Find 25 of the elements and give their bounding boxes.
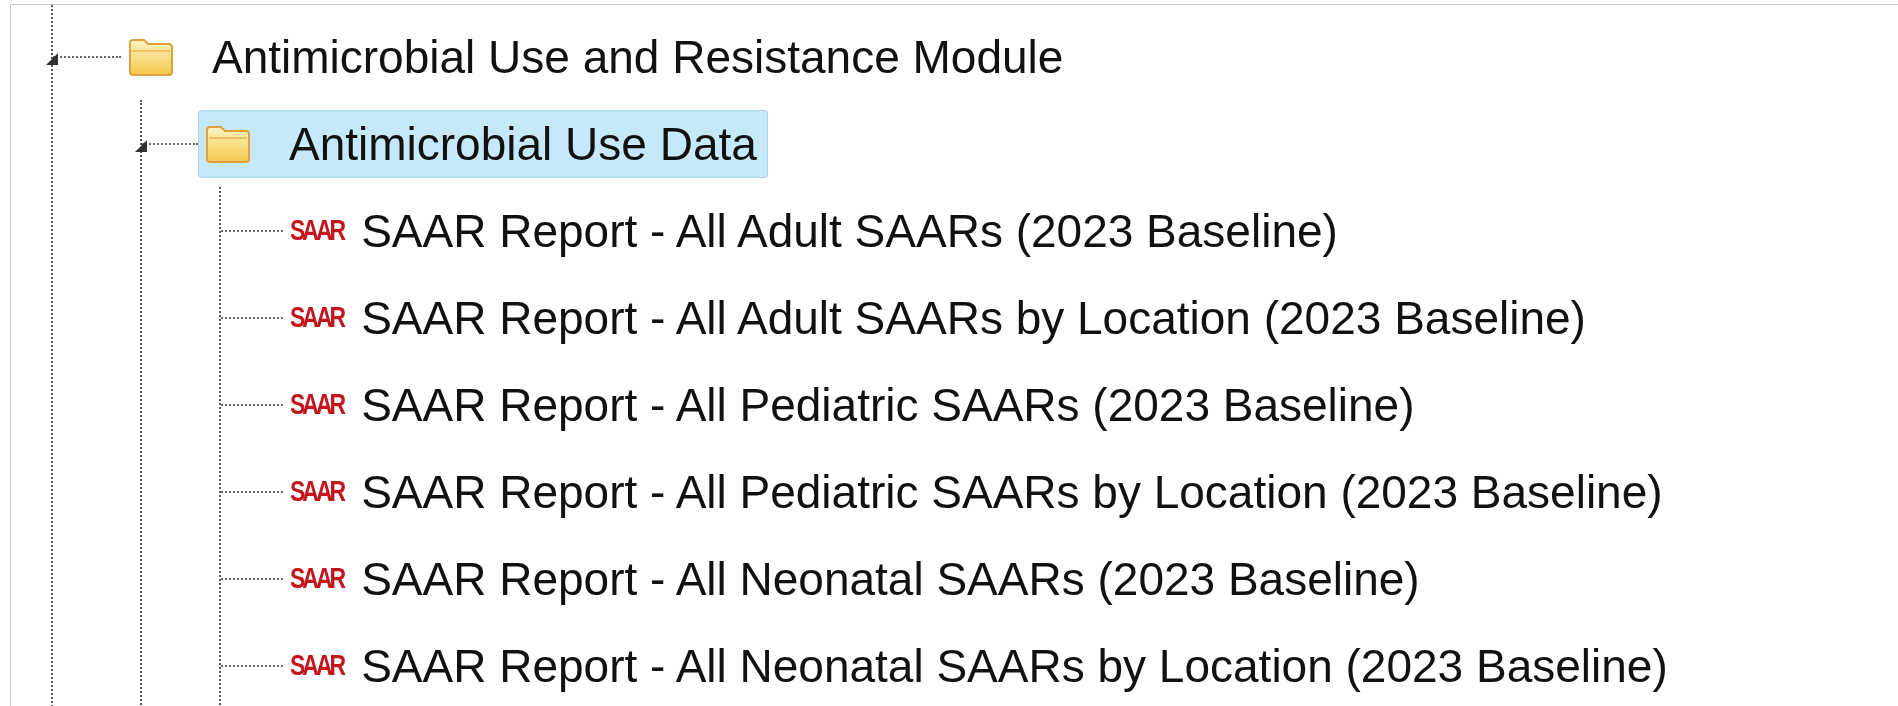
tree-item[interactable]: SAAR SAAR Report - All Neonatal SAARs by Location (2023 Baseline) (283, 631, 1679, 700)
tree-item[interactable]: SAAR SAAR Report - All Adult SAARs by Location (2023 Baseline) (283, 283, 1597, 352)
report-type-label: SAAR (290, 647, 344, 684)
tree-connector (221, 664, 283, 667)
tree-item[interactable]: Antimicrobial Use Data (198, 109, 768, 178)
folder-icon (128, 36, 174, 77)
tree-connector (221, 229, 283, 232)
tree-connector (221, 403, 283, 406)
tree-connector (53, 55, 121, 58)
collapse-arrow-icon[interactable] (44, 51, 60, 67)
report-type-label: SAAR (290, 386, 344, 423)
tree-item[interactable]: SAAR SAAR Report - All Neonatal SAARs (2023 Baseline) (283, 544, 1431, 613)
tree-connector (221, 316, 283, 319)
report-type-label: SAAR (290, 473, 344, 510)
report-type-label: SAAR (290, 560, 344, 597)
tree-connector (221, 577, 283, 580)
tree-item[interactable]: SAAR SAAR Report - All Pediatric SAARs (2023 Baseline) (283, 370, 1426, 439)
report-type-label: SAAR (290, 299, 344, 336)
tree-item[interactable]: Antimicrobial Use and Resistance Module (121, 22, 1075, 91)
tree-connector (221, 490, 283, 493)
folder-icon (205, 123, 251, 164)
tree-item[interactable]: SAAR SAAR Report - All Adult SAARs (2023 Baseline) (283, 196, 1349, 265)
collapse-arrow-icon[interactable] (133, 138, 149, 154)
tree-item[interactable]: SAAR SAAR Report - All Pediatric SAARs by Location (2023 Baseline) (283, 457, 1674, 526)
report-type-label: SAAR (290, 212, 344, 249)
